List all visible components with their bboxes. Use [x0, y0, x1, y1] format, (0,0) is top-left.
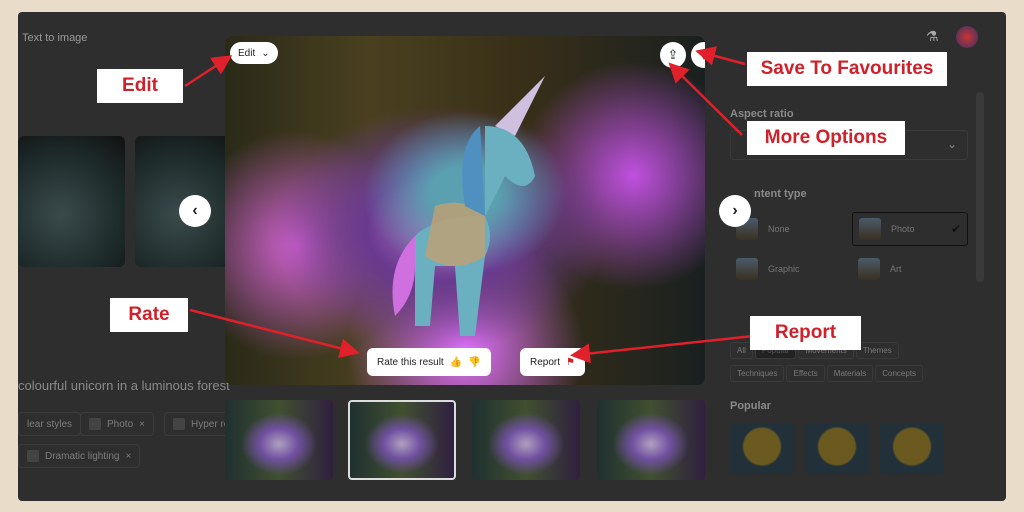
annotation-more-options: More Options — [747, 121, 905, 155]
annotation-save-to-favourites: Save To Favourites — [747, 52, 947, 86]
annotation-rate: Rate — [110, 298, 188, 332]
annotation-edit: Edit — [97, 69, 183, 103]
annotation-report: Report — [750, 316, 861, 350]
